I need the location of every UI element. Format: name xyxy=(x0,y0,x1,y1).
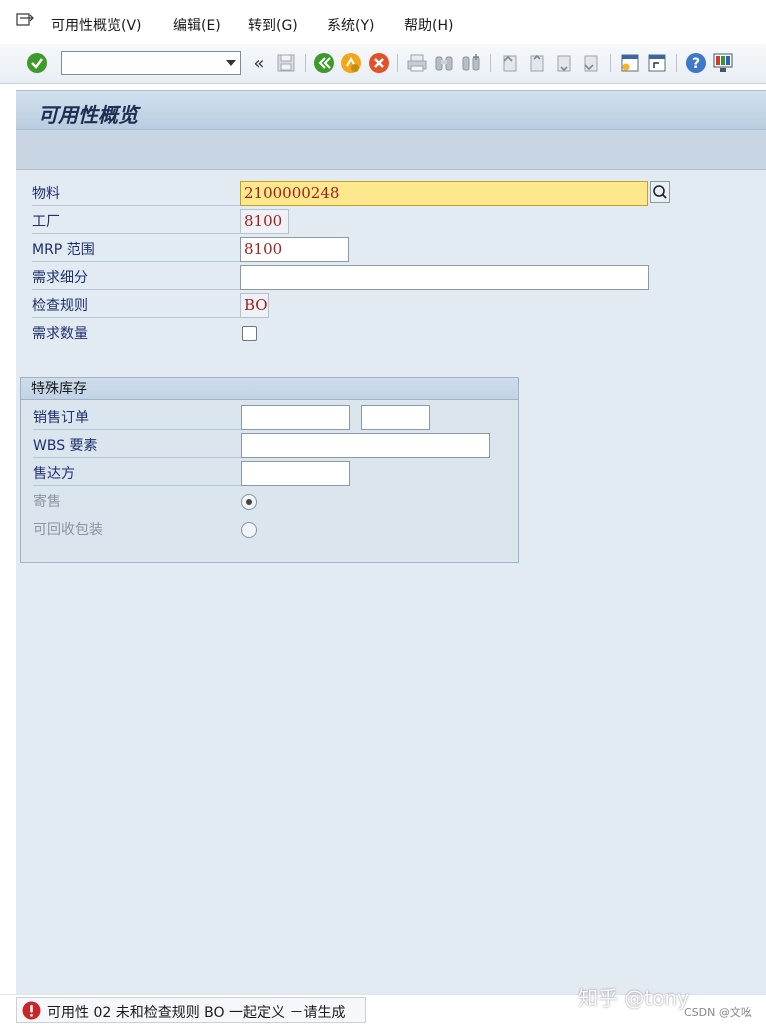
requirement-quantity-label: 需求数量 xyxy=(32,326,88,342)
material-value: 2100000248 xyxy=(244,184,340,202)
next-page-button[interactable] xyxy=(553,52,575,74)
find-button[interactable] xyxy=(433,52,455,74)
requirement-segment-field[interactable] xyxy=(240,265,649,290)
first-page-icon xyxy=(503,55,517,72)
plant-field[interactable]: 8100 xyxy=(240,209,289,234)
sold-to-party-label: 售达方 xyxy=(33,462,241,486)
binoculars-icon xyxy=(435,56,453,71)
application-toolbar xyxy=(16,130,766,170)
returnable-packaging-label: 可回收包装 xyxy=(33,522,103,538)
customize-layout-button[interactable] xyxy=(712,52,734,74)
help-button[interactable]: ? xyxy=(685,52,707,74)
last-page-icon xyxy=(584,55,598,72)
check-icon xyxy=(27,53,47,73)
sold-to-party-field[interactable] xyxy=(241,461,350,486)
content: 物料 2100000248 工厂 8100 MRP 范围 8100 需求细分 检… xyxy=(16,170,766,994)
new-session-icon xyxy=(621,54,639,72)
svg-text:?: ? xyxy=(692,56,700,72)
csdn-watermark: CSDN @文吆 xyxy=(684,1006,752,1019)
exit-icon xyxy=(341,53,361,73)
menu-item-goto[interactable]: 转到(G) xyxy=(248,15,298,35)
title-bar: 可用性概览 xyxy=(16,90,766,130)
search-help-button[interactable] xyxy=(650,181,670,203)
enter-button[interactable] xyxy=(26,52,48,74)
wbs-element-label: WBS 要素 xyxy=(33,434,241,458)
mrp-area-field[interactable]: 8100 xyxy=(240,237,349,262)
special-stock-title: 特殊库存 xyxy=(21,378,518,400)
checking-rule-label: 检查规则 xyxy=(32,294,240,318)
page-title: 可用性概览 xyxy=(38,103,138,127)
cancel-button[interactable] xyxy=(368,52,390,74)
sales-order-field[interactable] xyxy=(241,405,350,430)
shortcut-icon xyxy=(648,54,666,72)
zhihu-watermark: 知乎 @tony xyxy=(578,986,689,1010)
print-button[interactable] xyxy=(406,52,428,74)
monitor-icon xyxy=(713,53,733,72)
prev-page-button[interactable] xyxy=(526,52,548,74)
status-text: 可用性 02 未和检查规则 BO 一起定义 －请生成 xyxy=(47,1005,346,1021)
first-page-button[interactable] xyxy=(499,52,521,74)
command-field[interactable] xyxy=(61,51,241,75)
requirement-quantity-checkbox[interactable] xyxy=(242,326,257,341)
sales-order-item-field[interactable] xyxy=(361,405,430,430)
chevron-down-icon[interactable] xyxy=(226,60,236,66)
find-next-button[interactable] xyxy=(460,52,482,74)
back-icon xyxy=(314,53,334,73)
save-button[interactable] xyxy=(275,52,297,74)
mrp-area-label: MRP 范围 xyxy=(32,238,240,262)
checking-rule-field[interactable]: BO xyxy=(240,293,269,318)
command-input[interactable] xyxy=(62,52,212,74)
consignment-radio[interactable] xyxy=(241,494,257,510)
error-icon xyxy=(22,1001,41,1020)
radio-selected-dot xyxy=(246,499,252,505)
menu-item-system[interactable]: 系统(Y) xyxy=(327,15,374,35)
wbs-element-field[interactable] xyxy=(241,433,490,458)
last-page-button[interactable] xyxy=(580,52,602,74)
prev-page-icon xyxy=(530,54,544,72)
material-label: 物料 xyxy=(32,182,240,206)
search-icon xyxy=(653,185,667,199)
material-field[interactable]: 2100000248 xyxy=(240,181,648,206)
sales-order-label: 销售订单 xyxy=(33,406,241,430)
special-stock-group: 特殊库存 销售订单 WBS 要素 售达方 寄售 可回收包装 xyxy=(20,377,519,563)
menu-item-help[interactable]: 帮助(H) xyxy=(404,15,453,35)
shortcut-button[interactable] xyxy=(646,52,668,74)
double-chevron-left-icon: « xyxy=(253,52,265,74)
returnable-packaging-radio[interactable] xyxy=(241,522,257,538)
new-session-button[interactable] xyxy=(619,52,641,74)
menu-item-edit[interactable]: 编辑(E) xyxy=(173,15,221,35)
cancel-icon xyxy=(369,53,389,73)
help-icon: ? xyxy=(686,53,706,73)
print-icon xyxy=(407,54,427,72)
collapse-button[interactable]: « xyxy=(248,52,270,74)
save-icon xyxy=(277,54,295,72)
next-page-icon xyxy=(557,55,571,72)
menu-bar: 可用性概览(V) 编辑(E) 转到(G) 系统(Y) 帮助(H) xyxy=(0,0,766,44)
requirement-segment-label: 需求细分 xyxy=(32,266,240,290)
menu-item-availability-overview[interactable]: 可用性概览(V) xyxy=(51,15,142,35)
app-area: 可用性概览 物料 2100000248 工厂 8100 MRP 范围 8100 … xyxy=(16,90,766,994)
menu-icon[interactable] xyxy=(16,12,34,28)
consignment-label: 寄售 xyxy=(33,494,61,510)
back-button[interactable] xyxy=(313,52,335,74)
exit-button[interactable] xyxy=(340,52,362,74)
plant-label: 工厂 xyxy=(32,210,240,234)
status-message[interactable]: 可用性 02 未和检查规则 BO 一起定义 －请生成 xyxy=(16,997,366,1023)
binoculars-plus-icon xyxy=(462,54,480,71)
